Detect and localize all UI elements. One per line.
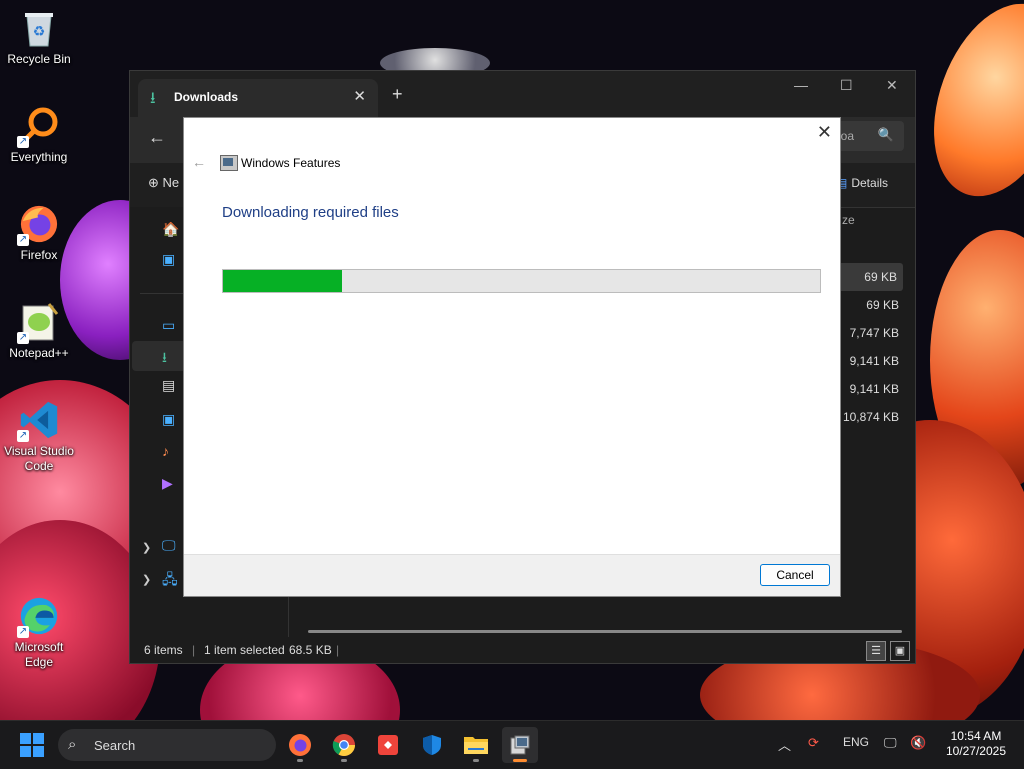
horizontal-scrollbar[interactable] (308, 630, 902, 633)
clock-time: 10:54 AM (950, 729, 1002, 743)
desktop-icon-label: Firefox (20, 248, 58, 262)
chevron-right-icon[interactable]: ❯ (142, 541, 151, 554)
taskbar-clock[interactable]: 10:54 AM 10/27/2025 (946, 729, 1006, 759)
edge-icon: ↗ (17, 596, 59, 638)
windows-features-icon[interactable] (502, 727, 538, 763)
chevron-right-icon[interactable]: ❯ (142, 573, 151, 586)
this-pc-icon[interactable]: 🖵 (162, 537, 182, 557)
new-button-label: Ne (162, 175, 180, 190)
taskbar: ⌕ Search ︿ ⟳ ENG 🖵 🔇 10:54 AM 10/27/2025 (0, 720, 1024, 769)
dialog-footer: Cancel (184, 554, 840, 596)
cancel-button[interactable]: Cancel (760, 564, 830, 586)
tab-downloads[interactable]: ⭳ Downloads ✕ (138, 79, 378, 117)
taskbar-search-label: Search (94, 738, 136, 753)
network-icon[interactable]: 🖵 (884, 735, 897, 751)
anydesk-icon[interactable] (370, 727, 406, 763)
windows-features-dialog: ✕ ← Windows Features Downloading require… (183, 117, 841, 597)
videos-folder-icon[interactable]: ▶ (162, 475, 182, 495)
search-icon: 🔍 (877, 127, 894, 142)
search-input[interactable]: loa 🔍 (832, 121, 904, 151)
downloads-folder-icon[interactable]: ⭳ (162, 347, 182, 367)
taskbar-search[interactable]: ⌕ Search (58, 729, 276, 761)
progress-fill (223, 270, 343, 292)
desktop-icon-everything[interactable]: ↗ Everything (0, 106, 78, 165)
language-indicator[interactable]: ENG (843, 735, 869, 749)
running-indicator (473, 759, 479, 762)
desktop-icon-label: Everything (10, 150, 68, 164)
tab-title: Downloads (174, 90, 239, 104)
notepad-plus-plus-icon: ↗ (17, 302, 59, 344)
download-progress-bar (222, 269, 821, 293)
dialog-back-arrow-icon[interactable]: ← (192, 154, 206, 170)
desktop-icon-label: Recycle Bin (7, 52, 71, 66)
selection-size: 68.5 KB (289, 643, 332, 657)
chrome-icon[interactable] (326, 727, 362, 763)
explorer-titlebar: ⭳ Downloads ✕ + — ☐ ✕ (130, 71, 915, 117)
desktop-icon-edge[interactable]: ↗ Microsoft Edge (0, 596, 78, 670)
documents-folder-icon[interactable]: ▤ (162, 377, 182, 397)
desktop-icon-label: Microsoft Edge (14, 640, 64, 669)
desktop-icon-firefox[interactable]: ↗ Firefox (0, 204, 78, 263)
svg-text:♻: ♻ (33, 23, 46, 39)
minimize-button[interactable]: — (794, 77, 808, 93)
tab-close-icon[interactable]: ✕ (353, 87, 366, 105)
close-window-button[interactable]: ✕ (886, 77, 898, 94)
search-icon: ⌕ (68, 736, 77, 753)
download-icon: ⭳ (150, 90, 156, 107)
sync-icon[interactable]: ⟳ (808, 735, 819, 751)
firefox-icon[interactable] (282, 727, 318, 763)
running-indicator (297, 759, 303, 762)
clock-date: 10/27/2025 (945, 744, 1006, 758)
running-indicator (513, 759, 527, 762)
volume-muted-icon[interactable]: 🔇 (910, 735, 926, 751)
home-icon[interactable]: 🏠 (162, 221, 182, 241)
maximize-button[interactable]: ☐ (840, 77, 853, 94)
desktop-icon-vscode[interactable]: ↗ Visual Studio Code (0, 400, 78, 474)
details-pane-button[interactable]: ▤ Details (836, 176, 888, 190)
network-icon[interactable]: 🖧 (162, 569, 182, 589)
windows-features-icon (220, 155, 238, 171)
back-arrow-icon[interactable]: ← (148, 127, 166, 148)
new-tab-button[interactable]: + (392, 84, 403, 105)
details-view-button[interactable]: ☰ (866, 641, 886, 661)
size-column-header[interactable]: ze (842, 213, 855, 227)
desktop-icon-label: Visual Studio Code (4, 444, 74, 473)
everything-icon: ↗ (17, 106, 59, 148)
start-button[interactable] (20, 733, 44, 757)
gallery-icon[interactable]: ▣ (162, 251, 182, 271)
desktop-icon-notepad-plus-plus[interactable]: ↗ Notepad++ (0, 302, 78, 361)
item-count: 6 items (144, 643, 183, 657)
pictures-folder-icon[interactable]: ▣ (162, 411, 182, 431)
running-indicator (341, 759, 347, 762)
chevron-up-icon[interactable]: ︿ (778, 735, 791, 754)
file-explorer-icon[interactable] (458, 727, 494, 763)
dialog-heading: Downloading required files (222, 204, 399, 221)
selection-count: 1 item selected (204, 643, 285, 657)
dialog-close-button[interactable]: ✕ (817, 122, 832, 143)
details-label: Details (851, 176, 889, 190)
desktop-icon-recycle-bin[interactable]: ♻ Recycle Bin (0, 8, 78, 67)
vscode-icon: ↗ (17, 400, 59, 442)
desktop-folder-icon[interactable]: ▭ (162, 317, 182, 337)
defender-icon[interactable] (414, 727, 450, 763)
firefox-icon: ↗ (17, 204, 59, 246)
desktop-icon-label: Notepad++ (9, 346, 69, 360)
tiles-view-button[interactable]: ▣ (890, 641, 910, 661)
music-folder-icon[interactable]: ♪ (162, 443, 182, 463)
recycle-bin-icon: ♻ (19, 8, 59, 48)
dialog-title: Windows Features (241, 156, 341, 170)
status-bar: 6 items | 1 item selected 68.5 KB | ☰ ▣ (130, 637, 915, 663)
new-button[interactable]: ⊕ Ne (148, 175, 179, 191)
